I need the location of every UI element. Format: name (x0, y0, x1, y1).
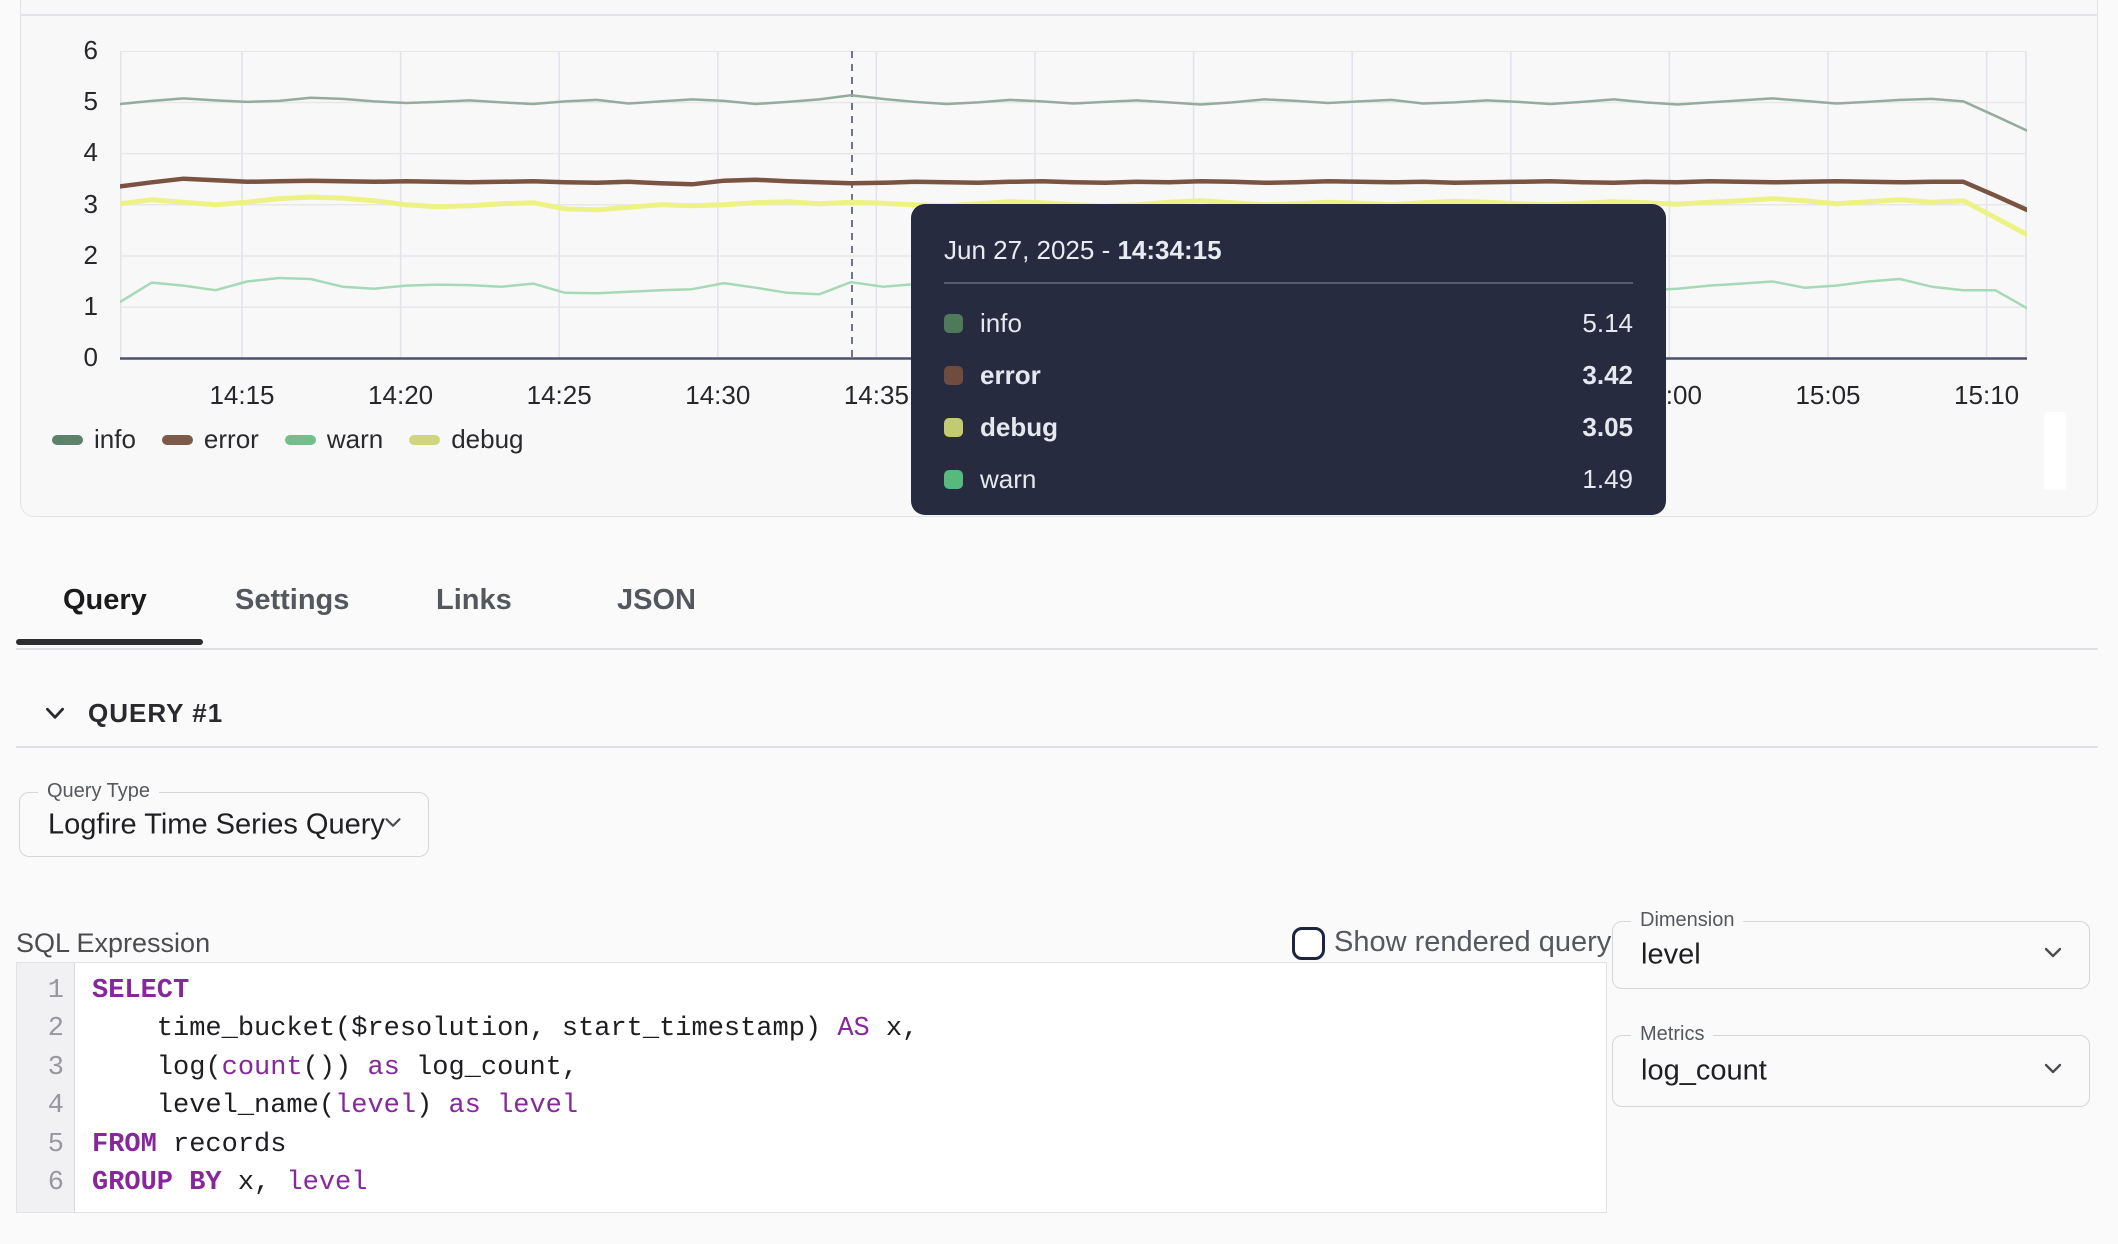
series-swatch (944, 314, 963, 333)
chevron-down-icon (2039, 939, 2067, 972)
sql-expression-label: SQL Expression (16, 928, 210, 959)
legend-swatch (409, 435, 440, 445)
legend-item-warn[interactable]: warn (285, 424, 383, 455)
code-line: FROM records (92, 1126, 918, 1164)
code-line: GROUP BY x, level (92, 1164, 918, 1202)
code-line: time_bucket($resolution, start_timestamp… (92, 1010, 918, 1048)
line-number: 6 (17, 1164, 64, 1202)
series-name: debug (980, 412, 1058, 443)
tab-query[interactable]: Query (63, 584, 147, 617)
legend-item-info[interactable]: info (52, 424, 136, 455)
series-name: warn (980, 464, 1036, 495)
legend-swatch (285, 435, 316, 445)
query-section-title: QUERY #1 (88, 698, 223, 729)
legend-swatch (52, 435, 83, 445)
metrics-value: log_count (1641, 1055, 1767, 1088)
legend-label: warn (327, 424, 383, 455)
query-type-select[interactable]: Query Type Logfire Time Series Query (19, 792, 429, 857)
tooltip-row-error: error 3.42 (944, 350, 1633, 402)
x-tick-label: 14:25 (509, 380, 609, 411)
line-number: 1 (17, 972, 64, 1010)
series-value: 3.42 (1582, 360, 1633, 391)
series-swatch (944, 418, 963, 437)
query-section-collapse-button[interactable] (42, 700, 68, 726)
metrics-label: Metrics (1631, 1023, 1713, 1046)
series-swatch (944, 366, 963, 385)
legend-swatch (162, 435, 193, 445)
y-tick-label: 5 (20, 86, 98, 117)
query-type-value: Logfire Time Series Query (48, 808, 385, 841)
dimension-label: Dimension (1631, 909, 1743, 932)
y-tick-label: 1 (20, 291, 98, 322)
line-number: 5 (17, 1126, 64, 1164)
code-line-numbers: 123456 (17, 963, 75, 1212)
tooltip-row-info: info 5.14 (944, 298, 1633, 350)
tooltip-timestamp: Jun 27, 2025 - 14:34:15 (944, 235, 1633, 266)
line-number: 3 (17, 1049, 64, 1087)
series-line-info (120, 95, 2027, 130)
legend-item-debug[interactable]: debug (409, 424, 523, 455)
series-value: 1.49 (1582, 464, 1633, 495)
dimension-value: level (1641, 939, 1701, 972)
series-name: error (980, 360, 1041, 391)
y-tick-label: 2 (20, 240, 98, 271)
show-rendered-query-label[interactable]: Show rendered query (1334, 926, 1611, 959)
show-rendered-query-checkbox[interactable] (1292, 927, 1325, 960)
chevron-down-icon (2039, 1055, 2067, 1088)
metrics-select[interactable]: Metrics log_count (1612, 1035, 2090, 1107)
chart-tooltip: Jun 27, 2025 - 14:34:15 info 5.14 error 3.4… (911, 204, 1666, 515)
x-tick-label: 14:30 (668, 380, 768, 411)
tooltip-row-debug: debug 3.05 (944, 402, 1633, 454)
tab-links[interactable]: Links (436, 584, 512, 617)
code-content[interactable]: SELECT time_bucket($resolution, start_ti… (75, 963, 918, 1212)
tooltip-rows: info 5.14 error 3.42 debug 3.05 warn 1.49 (944, 298, 1633, 506)
x-tick-label: 15:05 (1778, 380, 1878, 411)
chart-card-header-divider (20, 14, 2098, 16)
series-swatch (944, 470, 963, 489)
line-number: 2 (17, 1010, 64, 1048)
sql-code-editor[interactable]: 123456 SELECT time_bucket($resolution, s… (16, 962, 1607, 1213)
tooltip-row-warn: warn 1.49 (944, 454, 1633, 506)
series-name: info (980, 308, 1022, 339)
x-tick-label: 14:20 (351, 380, 451, 411)
tooltip-divider (944, 282, 1633, 284)
active-tab-underline (16, 639, 203, 645)
dashboard-panel-editor: { "chart": { "y_ticks": ["6","5","4","3"… (0, 0, 2118, 1244)
code-line: log(count()) as log_count, (92, 1049, 918, 1087)
x-tick-label: 15:10 (1937, 380, 2037, 411)
series-value: 3.05 (1582, 412, 1633, 443)
x-tick-label: 14:15 (192, 380, 292, 411)
code-line: SELECT (92, 972, 918, 1010)
y-tick-label: 6 (20, 35, 98, 66)
query-section-divider (16, 746, 2098, 748)
chevron-down-icon (42, 700, 68, 726)
dimension-select[interactable]: Dimension level (1612, 921, 2090, 989)
code-line: level_name(level) as level (92, 1087, 918, 1125)
tab-json[interactable]: JSON (617, 584, 696, 617)
y-tick-label: 3 (20, 189, 98, 220)
scrollbar-thumb[interactable] (2044, 412, 2066, 490)
legend-label: debug (451, 424, 523, 455)
tabs-divider (16, 648, 2098, 650)
tab-settings[interactable]: Settings (235, 584, 349, 617)
chevron-down-icon (380, 809, 406, 840)
y-tick-label: 0 (20, 342, 98, 373)
chart-legend: info error warn debug (52, 424, 524, 455)
legend-label: info (94, 424, 136, 455)
query-type-label: Query Type (38, 780, 159, 803)
legend-item-error[interactable]: error (162, 424, 259, 455)
legend-label: error (204, 424, 259, 455)
line-number: 4 (17, 1087, 64, 1125)
series-value: 5.14 (1582, 308, 1633, 339)
y-tick-label: 4 (20, 137, 98, 168)
